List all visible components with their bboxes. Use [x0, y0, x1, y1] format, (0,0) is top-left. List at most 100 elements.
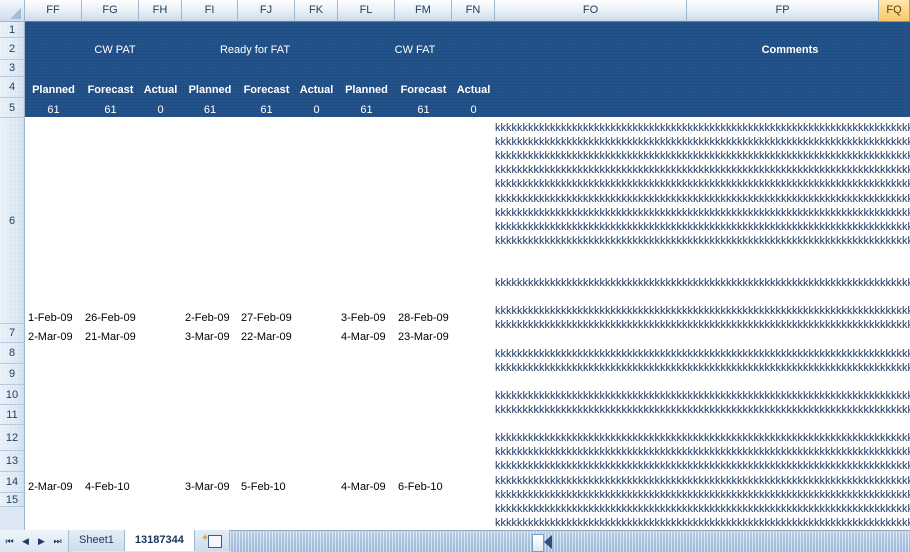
cell-fh15[interactable]	[139, 493, 182, 507]
cell-fi6[interactable]: 2-Feb-09	[182, 118, 238, 324]
cell-fo15[interactable]	[495, 493, 687, 507]
cell-fm14[interactable]: 6-Feb-10	[395, 472, 452, 493]
cell-fm8[interactable]	[395, 343, 452, 364]
cell-fo14[interactable]	[495, 472, 687, 493]
cell-fp11[interactable]	[687, 405, 879, 425]
cell-fg6[interactable]: 26-Feb-09	[82, 118, 139, 324]
cell-fh7[interactable]	[139, 324, 182, 343]
cell-fi7[interactable]: 3-Mar-09	[182, 324, 238, 343]
cell-fg10[interactable]	[82, 385, 139, 405]
row-header-13[interactable]: 13	[0, 451, 24, 472]
cell-fl13[interactable]	[338, 451, 395, 472]
row-header-11[interactable]: 11	[0, 405, 24, 425]
cell-fp8[interactable]	[687, 343, 879, 364]
column-header-fl[interactable]: FL	[338, 0, 395, 22]
cell-fo12[interactable]	[495, 425, 687, 451]
table-row[interactable]: 2-Mar-09 4-Feb-10 3-Mar-09 5-Feb-10 4-Mar-09…	[25, 472, 910, 493]
row-header-4[interactable]: 4	[0, 77, 24, 98]
cell-fk10[interactable]	[295, 385, 338, 405]
cell-fk9[interactable]	[295, 364, 338, 385]
cell-fl10[interactable]	[338, 385, 395, 405]
row-header-14[interactable]: 14	[0, 472, 24, 493]
row-header-12[interactable]: 12	[0, 425, 24, 451]
column-header-fq[interactable]: FQ	[879, 0, 910, 22]
cell-fn11[interactable]	[452, 405, 495, 425]
row-header-2[interactable]: 2	[0, 38, 24, 60]
column-header-fg[interactable]: FG	[82, 0, 139, 22]
cell-fm12[interactable]	[395, 425, 452, 451]
row-header-10[interactable]: 10	[0, 385, 24, 405]
cell-fm13[interactable]	[395, 451, 452, 472]
cell-fi12[interactable]	[182, 425, 238, 451]
cell-fl6[interactable]: 3-Feb-09	[338, 118, 395, 324]
column-header-fk[interactable]: FK	[295, 0, 338, 22]
cell-fp7[interactable]	[687, 324, 879, 343]
cell-ff15[interactable]	[25, 493, 82, 507]
cell-fj14[interactable]: 5-Feb-10	[238, 472, 295, 493]
row-header-3[interactable]: 3	[0, 60, 24, 77]
column-header-fh[interactable]: FH	[139, 0, 182, 22]
cell-fj7[interactable]: 22-Mar-09	[238, 324, 295, 343]
cell-fh14[interactable]	[139, 472, 182, 493]
cell-ff10[interactable]	[25, 385, 82, 405]
cell-fn13[interactable]	[452, 451, 495, 472]
cell-fk8[interactable]	[295, 343, 338, 364]
cell-fh13[interactable]	[139, 451, 182, 472]
cell-fp13[interactable]	[687, 451, 879, 472]
column-header-fn[interactable]: FN	[452, 0, 495, 22]
cell-fj12[interactable]	[238, 425, 295, 451]
cell-fj6[interactable]: 27-Feb-09	[238, 118, 295, 324]
cell-fo9[interactable]	[495, 364, 687, 385]
cell-fo6[interactable]	[495, 118, 687, 324]
select-all-corner[interactable]	[0, 0, 25, 22]
cell-ff6[interactable]: 1-Feb-09	[25, 118, 82, 324]
cell-fg13[interactable]	[82, 451, 139, 472]
cell-fp6[interactable]	[687, 118, 879, 324]
cell-fn7[interactable]	[452, 324, 495, 343]
cell-fl7[interactable]: 4-Mar-09	[338, 324, 395, 343]
cell-fn12[interactable]	[452, 425, 495, 451]
cell-fp10[interactable]	[687, 385, 879, 405]
cell-fh6[interactable]	[139, 118, 182, 324]
next-sheet-icon[interactable]: ▶	[34, 533, 49, 549]
column-header-fo[interactable]: FO	[495, 0, 687, 22]
cell-fl8[interactable]	[338, 343, 395, 364]
cell-fm7[interactable]: 23-Mar-09	[395, 324, 452, 343]
cell-fk6[interactable]	[295, 118, 338, 324]
cell-fj15[interactable]	[238, 493, 295, 507]
cell-ff8[interactable]	[25, 343, 82, 364]
cell-fi14[interactable]: 3-Mar-09	[182, 472, 238, 493]
cell-fj10[interactable]	[238, 385, 295, 405]
row-header-1[interactable]: 1	[0, 22, 24, 38]
cell-fm15[interactable]	[395, 493, 452, 507]
cell-fi13[interactable]	[182, 451, 238, 472]
cell-fg9[interactable]	[82, 364, 139, 385]
table-row[interactable]	[25, 343, 910, 364]
row-header-8[interactable]: 8	[0, 343, 24, 364]
cell-ff13[interactable]	[25, 451, 82, 472]
table-row[interactable]	[25, 451, 910, 472]
cell-fk13[interactable]	[295, 451, 338, 472]
cell-fl15[interactable]	[338, 493, 395, 507]
column-header-fi[interactable]: FI	[182, 0, 238, 22]
cell-fi11[interactable]	[182, 405, 238, 425]
cell-fj13[interactable]	[238, 451, 295, 472]
cell-ff14[interactable]: 2-Mar-09	[25, 472, 82, 493]
cell-fh12[interactable]	[139, 425, 182, 451]
cell-fo10[interactable]	[495, 385, 687, 405]
column-header-fp[interactable]: FP	[687, 0, 879, 22]
insert-worksheet-button[interactable]: ✦	[194, 530, 230, 551]
cell-ff12[interactable]	[25, 425, 82, 451]
cell-ff7[interactable]: 2-Mar-09	[25, 324, 82, 343]
table-row[interactable]	[25, 364, 910, 385]
cell-fm10[interactable]	[395, 385, 452, 405]
cell-fk7[interactable]	[295, 324, 338, 343]
cell-fn8[interactable]	[452, 343, 495, 364]
cell-fk11[interactable]	[295, 405, 338, 425]
cell-fj9[interactable]	[238, 364, 295, 385]
sheet-tab-sheet1[interactable]: Sheet1	[69, 530, 125, 551]
cell-fn6[interactable]	[452, 118, 495, 324]
cell-fg14[interactable]: 4-Feb-10	[82, 472, 139, 493]
cell-fk14[interactable]	[295, 472, 338, 493]
cell-ff9[interactable]	[25, 364, 82, 385]
